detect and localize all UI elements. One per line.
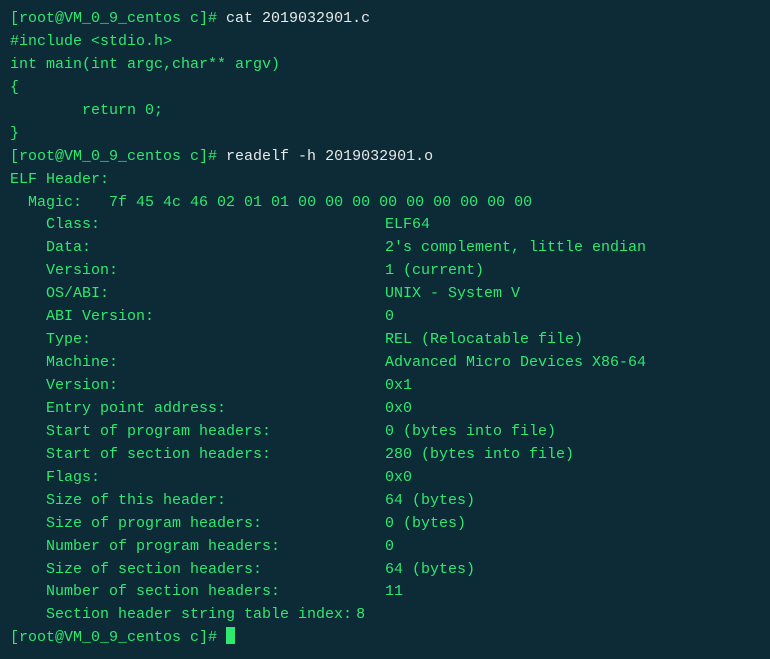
elf-header-row: Machine:Advanced Micro Devices X86-64 <box>10 352 760 375</box>
elf-magic-line: Magic: 7f 45 4c 46 02 01 01 00 00 00 00 … <box>10 192 760 215</box>
elf-header-row: Section header string table index:8 <box>10 604 760 627</box>
elf-row-label: ABI Version: <box>10 306 385 329</box>
elf-row-value: Advanced Micro Devices X86-64 <box>385 352 646 375</box>
elf-header-row: Type:REL (Relocatable file) <box>10 329 760 352</box>
elf-row-value: 0x0 <box>385 398 412 421</box>
elf-row-label: Class: <box>10 214 385 237</box>
elf-header-row: Start of section headers:280 (bytes into… <box>10 444 760 467</box>
shell-prompt: [root@VM_0_9_centos c]# <box>10 627 226 650</box>
elf-row-value: 0 <box>385 536 394 559</box>
elf-row-value: ELF64 <box>385 214 430 237</box>
elf-rows: Class:ELF64 Data:2's complement, little … <box>10 214 760 627</box>
elf-row-label: Size of section headers: <box>10 559 385 582</box>
elf-row-value: 8 <box>356 604 365 627</box>
source-line: return 0; <box>10 100 760 123</box>
shell-prompt: [root@VM_0_9_centos c]# <box>10 8 226 31</box>
elf-header-row: Class:ELF64 <box>10 214 760 237</box>
elf-magic-value: 7f 45 4c 46 02 01 01 00 00 00 00 00 00 0… <box>109 194 541 211</box>
elf-header-row: Start of program headers:0 (bytes into f… <box>10 421 760 444</box>
elf-row-value: REL (Relocatable file) <box>385 329 583 352</box>
elf-row-label: Size of program headers: <box>10 513 385 536</box>
elf-row-value: 0 (bytes into file) <box>385 421 556 444</box>
elf-magic-label: Magic: <box>10 194 109 211</box>
prompt-line-3: [root@VM_0_9_centos c]# <box>10 627 760 650</box>
elf-row-label: Type: <box>10 329 385 352</box>
elf-row-label: Section header string table index: <box>10 604 356 627</box>
shell-prompt: [root@VM_0_9_centos c]# <box>10 146 226 169</box>
elf-header-row: Data:2's complement, little endian <box>10 237 760 260</box>
elf-row-label: Data: <box>10 237 385 260</box>
elf-row-value: 0 <box>385 306 394 329</box>
source-line: #include <stdio.h> <box>10 31 760 54</box>
prompt-line-2: [root@VM_0_9_centos c]# readelf -h 20190… <box>10 146 760 169</box>
elf-header-row: Version:1 (current) <box>10 260 760 283</box>
source-line: int main(int argc,char** argv) <box>10 54 760 77</box>
prompt-line-1: [root@VM_0_9_centos c]# cat 2019032901.c <box>10 8 760 31</box>
elf-row-label: Start of section headers: <box>10 444 385 467</box>
elf-header-row: Size of program headers:0 (bytes) <box>10 513 760 536</box>
elf-header-row: OS/ABI:UNIX - System V <box>10 283 760 306</box>
elf-header-row: ABI Version:0 <box>10 306 760 329</box>
elf-row-value: 0 (bytes) <box>385 513 466 536</box>
elf-row-value: 1 (current) <box>385 260 484 283</box>
elf-row-value: 64 (bytes) <box>385 490 475 513</box>
elf-row-value: 0x0 <box>385 467 412 490</box>
command-cat: cat 2019032901.c <box>226 8 370 31</box>
elf-header-row: Size of section headers:64 (bytes) <box>10 559 760 582</box>
elf-row-label: Flags: <box>10 467 385 490</box>
elf-header-row: Number of section headers:11 <box>10 581 760 604</box>
elf-row-label: Entry point address: <box>10 398 385 421</box>
elf-row-label: Number of section headers: <box>10 581 385 604</box>
elf-row-label: Version: <box>10 260 385 283</box>
elf-row-label: Size of this header: <box>10 490 385 513</box>
elf-header-row: Entry point address:0x0 <box>10 398 760 421</box>
source-line: } <box>10 123 760 146</box>
command-readelf: readelf -h 2019032901.o <box>226 146 433 169</box>
elf-row-label: Start of program headers: <box>10 421 385 444</box>
elf-row-value: 2's complement, little endian <box>385 237 646 260</box>
elf-row-value: 64 (bytes) <box>385 559 475 582</box>
elf-header-row: Size of this header:64 (bytes) <box>10 490 760 513</box>
elf-header-row: Number of program headers:0 <box>10 536 760 559</box>
elf-row-label: Version: <box>10 375 385 398</box>
elf-row-value: 280 (bytes into file) <box>385 444 574 467</box>
elf-header-row: Version:0x1 <box>10 375 760 398</box>
elf-row-value: 11 <box>385 581 403 604</box>
source-line: { <box>10 77 760 100</box>
terminal-output[interactable]: [root@VM_0_9_centos c]# cat 2019032901.c… <box>10 8 760 650</box>
elf-row-value: 0x1 <box>385 375 412 398</box>
elf-row-label: Machine: <box>10 352 385 375</box>
elf-row-value: UNIX - System V <box>385 283 520 306</box>
elf-row-label: Number of program headers: <box>10 536 385 559</box>
elf-header-title: ELF Header: <box>10 169 760 192</box>
elf-header-row: Flags:0x0 <box>10 467 760 490</box>
cursor-icon <box>226 627 235 644</box>
elf-row-label: OS/ABI: <box>10 283 385 306</box>
